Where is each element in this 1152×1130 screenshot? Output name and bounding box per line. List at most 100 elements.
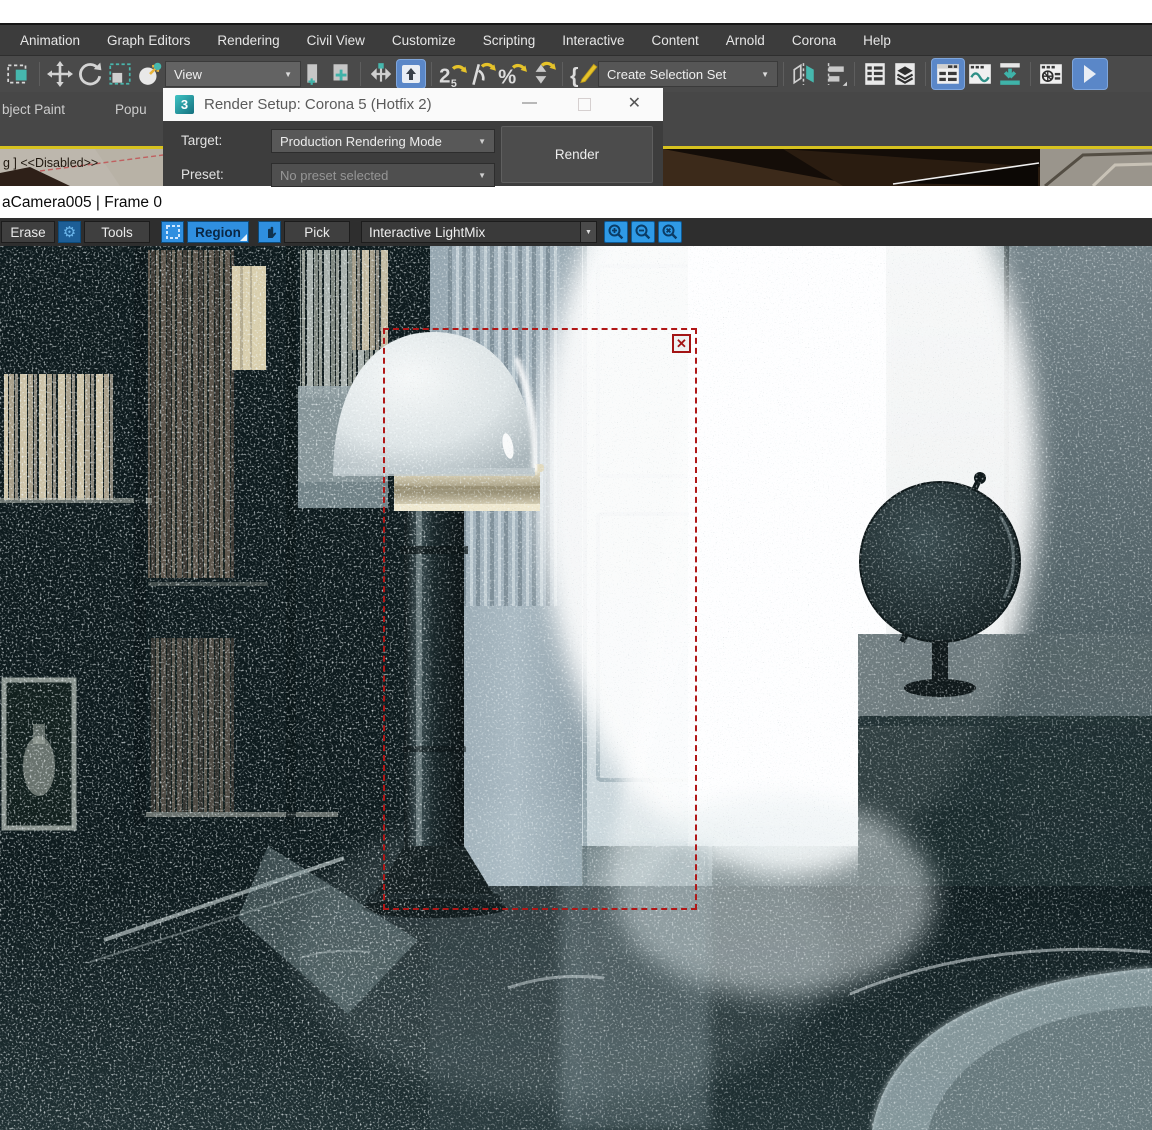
menu-civil-view[interactable]: Civil View xyxy=(307,33,365,48)
zoom-in-icon xyxy=(608,224,624,240)
tools-settings-button[interactable]: ⚙ xyxy=(58,221,81,243)
rendered-frame-window-button[interactable] xyxy=(1036,59,1066,89)
lightmix-dropdown[interactable]: Interactive LightMix ▼ xyxy=(361,221,597,243)
schematic-view-button[interactable] xyxy=(965,59,995,89)
menu-content[interactable]: Content xyxy=(652,33,699,48)
preset-value: No preset selected xyxy=(280,167,389,183)
viewport-label: g ] <<Disabled>> xyxy=(3,156,98,170)
camera-frame-label: aCamera005 | Frame 0 xyxy=(2,194,162,211)
snap-toggle-25d-button[interactable]: 2 5 xyxy=(437,59,467,89)
zoom-out-icon xyxy=(635,224,651,240)
selection-center-icon xyxy=(333,64,348,81)
menu-scripting[interactable]: Scripting xyxy=(483,33,536,48)
menu-interactive[interactable]: Interactive xyxy=(562,33,624,48)
layer-explorer-icon xyxy=(865,63,885,85)
shortcut-override-icon xyxy=(402,65,420,83)
menu-arnold[interactable]: Arnold xyxy=(726,33,765,48)
align-icon xyxy=(827,63,847,86)
render-production-button[interactable] xyxy=(1072,58,1108,90)
viewport-right-image xyxy=(663,149,1152,186)
keyboard-shortcut-override-button[interactable] xyxy=(396,59,426,89)
edit-named-selection-sets-button[interactable]: { xyxy=(568,59,598,89)
angle-snap-icon xyxy=(472,62,496,86)
toolbar-separator xyxy=(1030,62,1031,86)
percent-snap-icon: % xyxy=(498,63,527,88)
select-place-button[interactable] xyxy=(135,59,165,89)
render-setup-button[interactable] xyxy=(995,59,1025,89)
align-button[interactable] xyxy=(819,59,849,89)
curve-editor-button[interactable] xyxy=(931,58,965,90)
render-production-icon xyxy=(1084,65,1096,83)
region-button[interactable]: Region xyxy=(187,221,249,243)
render-button[interactable]: Render xyxy=(501,126,653,183)
toolbar-separator xyxy=(925,62,926,86)
menu-customize[interactable]: Customize xyxy=(392,33,456,48)
spinner-snap-icon xyxy=(535,61,556,84)
close-button[interactable]: ✕ xyxy=(628,93,641,113)
menu-help[interactable]: Help xyxy=(863,33,891,48)
zoom-reset-button[interactable] xyxy=(658,221,682,243)
render-setup-icon xyxy=(1000,63,1020,85)
move-icon xyxy=(47,61,73,87)
chevron-down-icon: ▼ xyxy=(284,69,292,79)
use-selection-center-button[interactable] xyxy=(325,59,355,89)
svg-text:5: 5 xyxy=(451,78,457,88)
pick-button[interactable]: Pick xyxy=(284,221,350,243)
zoom-reset-icon xyxy=(662,224,678,240)
region-icon-button[interactable] xyxy=(161,221,184,243)
3dsmax-window: Animation Graph Editors Rendering Civil … xyxy=(0,0,1152,1130)
toolbar-separator xyxy=(562,62,563,86)
lightmix-value: Interactive LightMix xyxy=(369,224,486,240)
named-selection-set-dropdown[interactable]: Create Selection Set ▼ xyxy=(598,61,778,87)
region-close-button[interactable]: ✕ xyxy=(672,334,691,353)
minimize-button[interactable]: — xyxy=(522,94,537,111)
chevron-down-icon: ▼ xyxy=(761,69,769,79)
reference-coordinate-dropdown[interactable]: View ▼ xyxy=(165,61,301,87)
layers-stack-icon xyxy=(895,63,915,85)
chevron-down-icon: ▼ xyxy=(580,222,596,242)
menu-animation[interactable]: Animation xyxy=(20,33,80,48)
tab-object-paint[interactable]: bject Paint xyxy=(2,102,65,117)
region-icon xyxy=(165,225,180,239)
zoom-in-button[interactable] xyxy=(604,221,628,243)
target-dropdown[interactable]: Production Rendering Mode ▼ xyxy=(271,129,495,153)
percent-snap-toggle-button[interactable]: % xyxy=(497,59,527,89)
preset-dropdown[interactable]: No preset selected ▼ xyxy=(271,163,495,187)
menu-bar: Animation Graph Editors Rendering Civil … xyxy=(0,25,1152,55)
layer-explorer-button[interactable] xyxy=(860,59,890,89)
toolbar-separator xyxy=(854,62,855,86)
snap-25d-icon: 2 5 xyxy=(439,65,467,88)
dialog-title-bar[interactable]: 3 Render Setup: Corona 5 (Hotfix 2) — ✕ xyxy=(163,88,663,122)
menu-graph-editors[interactable]: Graph Editors xyxy=(107,33,190,48)
named-selection-sets-icon: { xyxy=(570,64,598,88)
curve-editor-icon xyxy=(937,64,959,84)
select-rotate-button[interactable] xyxy=(75,59,105,89)
spinner-snap-toggle-button[interactable] xyxy=(527,59,557,89)
viewport-fragment-right xyxy=(663,149,1152,186)
maximize-button[interactable] xyxy=(578,98,591,111)
toggle-layer-explorer-button[interactable] xyxy=(890,59,920,89)
pick-icon-button[interactable] xyxy=(258,221,281,243)
viewport-fragment-left: g ] <<Disabled>> xyxy=(0,149,163,186)
scale-icon xyxy=(109,63,131,85)
select-manipulate-button[interactable] xyxy=(366,59,396,89)
region-label: Region xyxy=(195,224,241,240)
viewport-left-image: g ] <<Disabled>> xyxy=(0,149,163,186)
angle-snap-toggle-button[interactable] xyxy=(467,59,497,89)
toolbar-separator xyxy=(39,62,40,86)
render-region[interactable]: ✕ xyxy=(383,328,697,910)
menu-rendering[interactable]: Rendering xyxy=(217,33,279,48)
selection-set-dropdown-label: Create Selection Set xyxy=(607,66,727,82)
tools-button[interactable]: Tools xyxy=(84,221,150,243)
menu-corona[interactable]: Corona xyxy=(792,33,836,48)
gear-icon: ⚙ xyxy=(62,223,77,241)
select-move-button[interactable] xyxy=(45,59,75,89)
flyout-corner-icon xyxy=(240,234,247,241)
tab-populate[interactable]: Popu xyxy=(115,102,147,117)
mirror-button[interactable] xyxy=(789,59,819,89)
toolbar-separator xyxy=(783,62,784,86)
erase-button[interactable]: Erase xyxy=(1,221,55,243)
select-object-button[interactable] xyxy=(4,59,34,89)
zoom-out-button[interactable] xyxy=(631,221,655,243)
select-scale-button[interactable] xyxy=(105,59,135,89)
